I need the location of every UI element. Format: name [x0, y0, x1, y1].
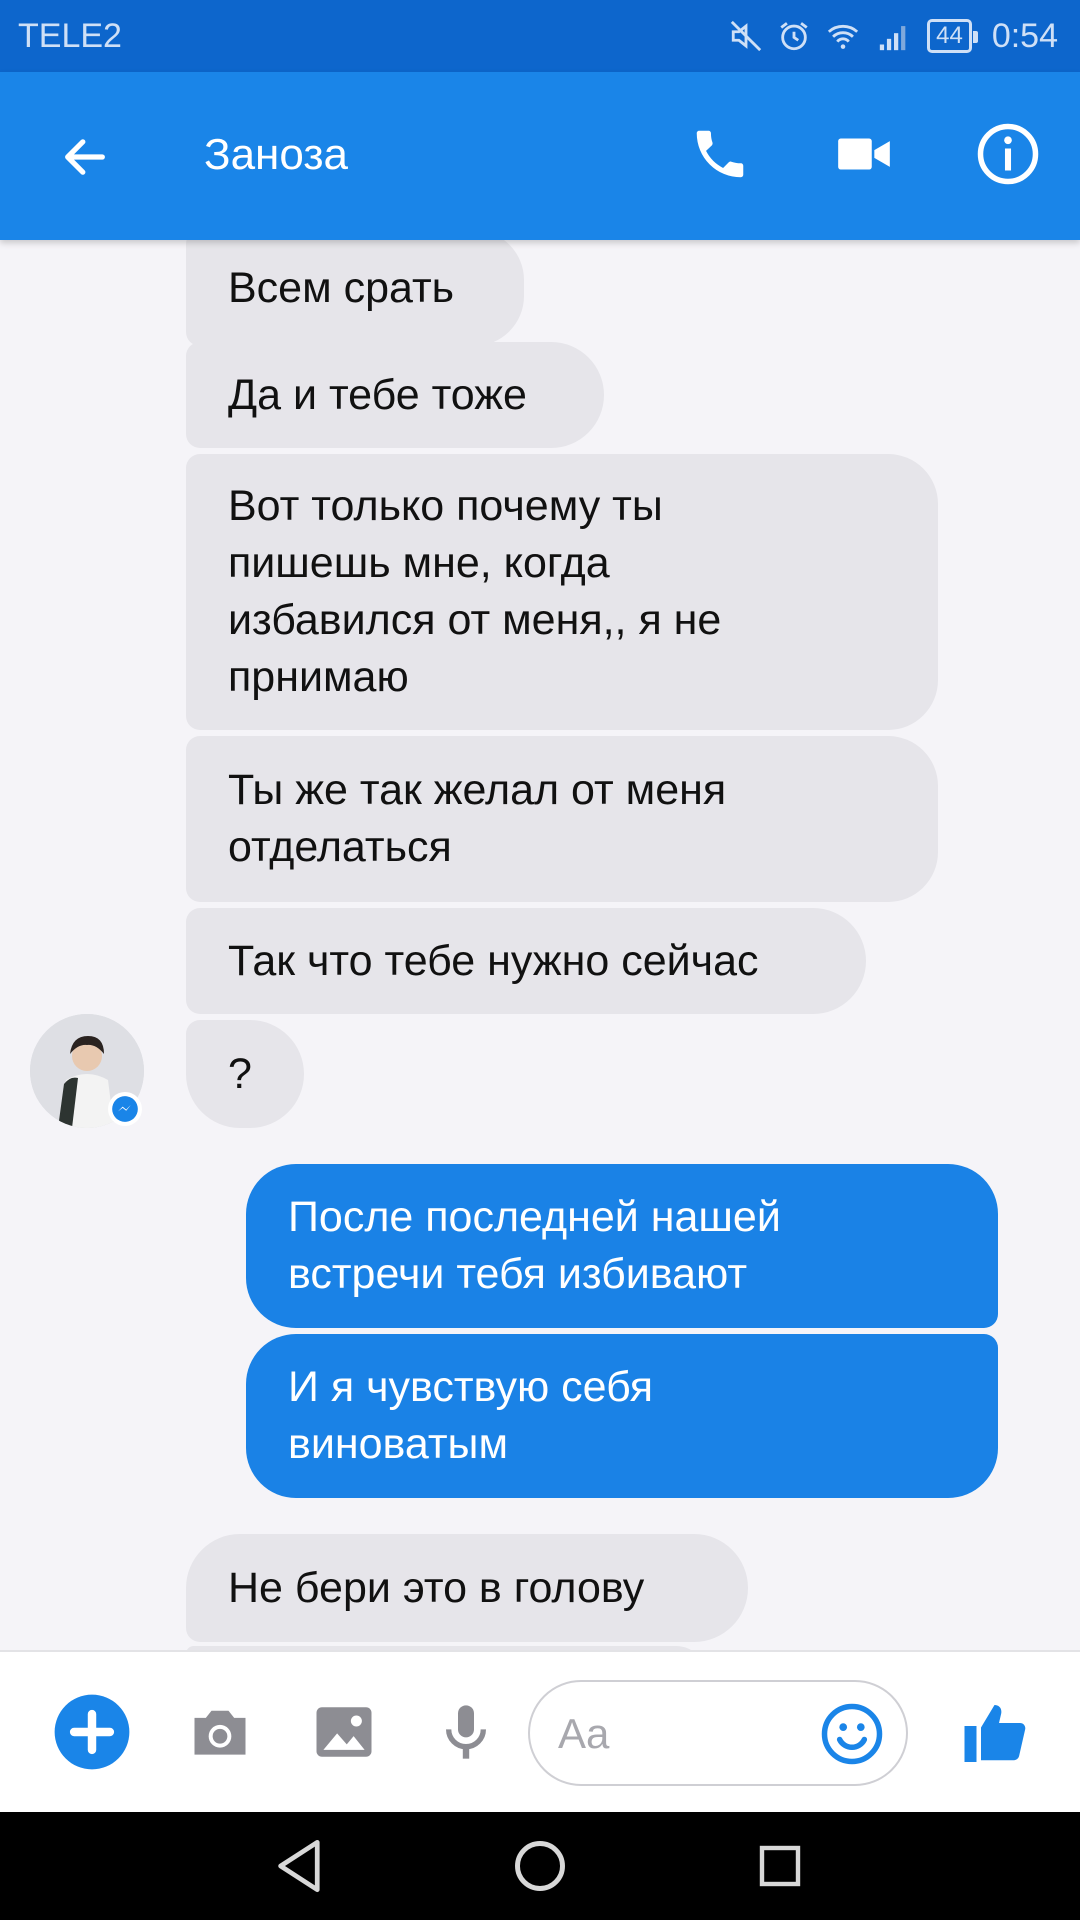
wifi-icon	[827, 24, 859, 49]
message-input[interactable]	[558, 1704, 798, 1764]
message-incoming[interactable]: Вот только почему ты пишешь мне, когда и…	[186, 454, 938, 730]
nav-home-button[interactable]	[500, 1832, 580, 1900]
message-input-container	[528, 1680, 908, 1786]
message-text: Всем срать	[228, 263, 455, 312]
emoji-button[interactable]	[814, 1696, 890, 1772]
call-button[interactable]	[680, 114, 760, 194]
message-incoming[interactable]: Так что тебе нужно сейчас	[186, 908, 866, 1014]
message-line: И я чувствую себя	[288, 1363, 654, 1411]
clock: 0:54	[991, 16, 1058, 55]
message-line: Ты же так желал от меня	[228, 766, 727, 814]
battery-indicator: 44	[927, 19, 978, 53]
message-incoming[interactable]: Всем срать	[186, 240, 524, 346]
back-button[interactable]	[50, 122, 120, 192]
message-line: встречи тебя избивают	[288, 1250, 748, 1298]
camera-button[interactable]	[170, 1682, 270, 1782]
more-actions-button[interactable]	[42, 1682, 142, 1782]
message-text: Не бери это в голову	[228, 1563, 645, 1612]
image-icon	[316, 1707, 372, 1757]
message-text: Да и тебе тоже	[228, 370, 527, 419]
nav-back-button[interactable]	[260, 1832, 340, 1900]
plus-icon	[54, 1694, 130, 1770]
nav-recents-icon	[759, 1845, 801, 1887]
status-bar: TELE2 44 0:54	[0, 0, 1080, 72]
info-icon	[977, 123, 1039, 185]
message-incoming[interactable]: Да и тебе тоже	[186, 342, 604, 448]
message-list[interactable]: Всем срать Да и тебе тоже Вот только поч…	[0, 240, 1080, 1650]
back-arrow-icon	[65, 139, 105, 175]
video-call-button[interactable]	[824, 114, 904, 194]
thumbs-up-icon	[964, 1705, 1026, 1762]
message-composer	[0, 1650, 1080, 1812]
message-line: Вот только почему ты	[228, 482, 663, 530]
message-line: виноватым	[288, 1420, 509, 1468]
message-line: пишешь мне, когда	[228, 539, 610, 587]
signal-icon	[879, 26, 906, 51]
conversation-header: Заноза	[0, 72, 1080, 240]
carrier-label: TELE2	[18, 16, 122, 55]
nav-recents-button[interactable]	[740, 1832, 820, 1900]
message-outgoing[interactable]: И я чувствую себя виноватым	[246, 1334, 998, 1498]
emoji-icon	[821, 1703, 883, 1765]
video-camera-icon	[838, 138, 890, 170]
message-line: отделаться	[228, 823, 452, 871]
message-line: После последней нашей	[288, 1193, 781, 1241]
message-incoming[interactable]: ?	[186, 1020, 304, 1128]
phone-icon	[696, 130, 744, 178]
system-navigation-bar	[0, 1812, 1080, 1920]
message-text: ?	[228, 1049, 252, 1098]
like-button[interactable]	[946, 1682, 1046, 1782]
message-text: Так что тебе нужно сейчас	[228, 936, 759, 985]
conversation-info-button[interactable]	[968, 114, 1048, 194]
nav-home-icon	[515, 1841, 565, 1891]
message-outgoing[interactable]: После последней нашей встречи тебя избив…	[246, 1164, 998, 1328]
message-incoming[interactable]: Не бери это в голову	[186, 1534, 748, 1642]
nav-back-icon	[278, 1839, 320, 1893]
camera-icon	[194, 1710, 246, 1755]
mute-icon	[730, 20, 762, 52]
messenger-badge-icon	[108, 1092, 142, 1126]
message-incoming[interactable]: Ты же так желал от меня отделаться	[186, 736, 938, 902]
gallery-button[interactable]	[294, 1682, 394, 1782]
message-line: избавился от меня,, я не	[228, 596, 722, 644]
alarm-icon	[780, 22, 808, 51]
status-icons: 44 0:54	[729, 17, 1058, 56]
message-line: прнимаю	[228, 653, 409, 701]
contact-name[interactable]: Заноза	[204, 130, 348, 180]
microphone-icon	[446, 1705, 486, 1759]
voice-message-button[interactable]	[416, 1682, 516, 1782]
